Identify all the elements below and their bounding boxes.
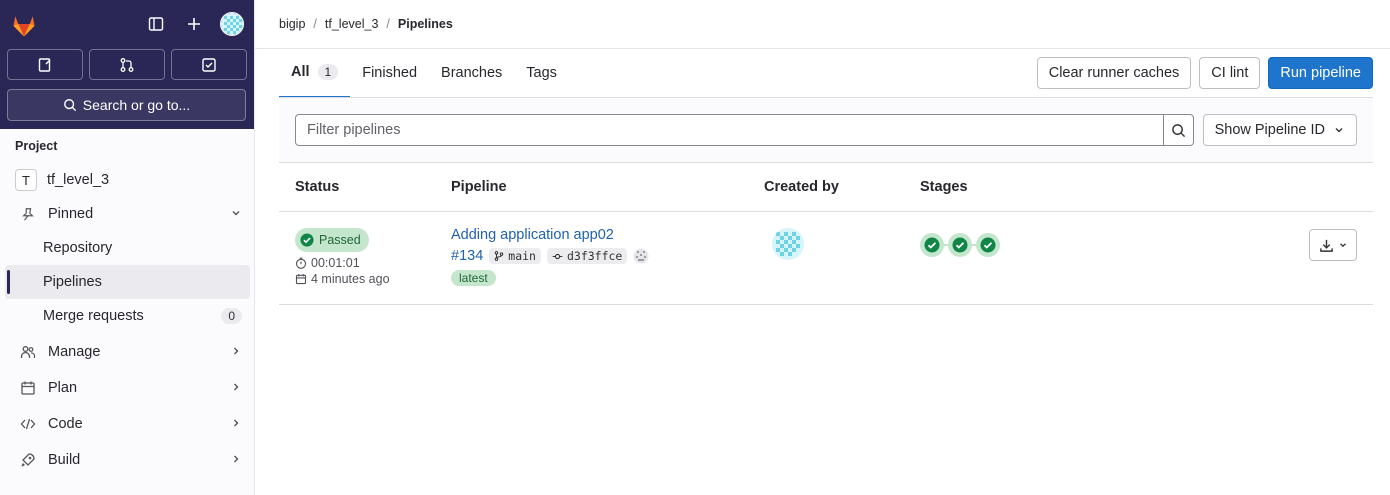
calendar-icon [20, 380, 36, 396]
merge-request-icon [120, 57, 134, 72]
user-avatar[interactable] [220, 12, 244, 36]
sidebar-item-repository[interactable]: Repository [5, 231, 250, 265]
rocket-icon [20, 452, 36, 468]
timer-icon [295, 257, 307, 269]
breadcrumb-separator: / [386, 17, 390, 31]
issues-button[interactable] [7, 49, 83, 80]
sidebar-nav: T tf_level_3 Pinned Repository Pipelines… [0, 163, 254, 477]
sidebar-item-build[interactable]: Build [5, 443, 250, 477]
filter-search-button[interactable] [1163, 115, 1193, 145]
pipeline-duration: 00:01:01 [295, 256, 360, 270]
filter-bar: Show Pipeline ID [279, 98, 1373, 163]
tab-branches[interactable]: Branches [429, 48, 514, 98]
sidebar-item-code[interactable]: Code [5, 407, 250, 441]
commit-author-avatar[interactable] [633, 248, 649, 264]
column-header-created-by: Created by [764, 179, 839, 195]
pin-icon [20, 206, 36, 222]
commit-icon [552, 253, 563, 259]
gitlab-logo-icon[interactable] [10, 11, 38, 39]
issues-icon [38, 57, 51, 72]
pipeline-finished-time: 4 minutes ago [295, 272, 390, 286]
pinned-label: Pinned [48, 206, 94, 222]
latest-badge: latest [451, 270, 496, 286]
column-header-status: Status [295, 179, 340, 195]
ci-lint-button[interactable]: CI lint [1199, 57, 1261, 89]
chevron-right-icon [234, 347, 239, 355]
users-icon [20, 344, 36, 360]
search-button[interactable]: Search or go to... [7, 89, 246, 121]
tab-all[interactable]: All 1 [279, 48, 351, 98]
sidebar-item-manage[interactable]: Manage [5, 335, 250, 369]
branch-chip[interactable]: main [489, 248, 541, 264]
filter-pipelines [295, 114, 1194, 146]
download-artifacts-button[interactable] [1309, 229, 1357, 261]
chevron-right-icon [234, 455, 239, 463]
stage-passed-icon[interactable] [976, 233, 1000, 257]
stage-passed-icon[interactable] [920, 233, 944, 257]
pipeline-stages [920, 233, 1000, 257]
download-icon [1319, 239, 1333, 252]
pipeline-refs: #134 main d3f3ffce [451, 248, 649, 264]
todos-button[interactable] [171, 49, 247, 80]
tab-finished[interactable]: Finished [350, 48, 429, 98]
code-icon [20, 416, 36, 432]
project-avatar: T [15, 169, 37, 191]
page-actions: Clear runner caches CI lint Run pipeline [1036, 57, 1373, 89]
creator-avatar[interactable] [772, 228, 804, 260]
calendar-icon [295, 274, 307, 285]
column-header-pipeline: Pipeline [451, 179, 507, 195]
search-label: Search or go to... [82, 97, 191, 113]
breadcrumb: bigip / tf_level_3 / Pipelines [279, 17, 453, 31]
chevron-down-icon [232, 211, 240, 216]
status-badge[interactable]: Passed [295, 228, 369, 252]
chevron-down-icon [1335, 128, 1343, 133]
sidebar: Search or go to... Project T tf_level_3 … [0, 0, 255, 495]
section-label: Project [15, 139, 58, 153]
sidebar-item-project[interactable]: T tf_level_3 [5, 163, 250, 197]
clear-runner-caches-button[interactable]: Clear runner caches [1036, 57, 1192, 89]
sidebar-item-merge-requests[interactable]: Merge requests 0 [5, 299, 250, 333]
show-pipeline-id-dropdown[interactable]: Show Pipeline ID [1202, 114, 1357, 146]
main-content: bigip / tf_level_3 / Pipelines All 1 Fin… [255, 0, 1390, 495]
pipeline-title-link[interactable]: Adding application app02 [451, 227, 614, 243]
chevron-down-icon [1339, 243, 1346, 248]
tab-tags[interactable]: Tags [514, 48, 569, 98]
sidebar-header: Search or go to... [0, 0, 254, 129]
tab-count-badge: 1 [317, 64, 339, 80]
search-icon [1172, 123, 1186, 137]
stage-passed-icon[interactable] [948, 233, 972, 257]
plus-icon[interactable] [182, 12, 206, 36]
chevron-right-icon [234, 383, 239, 391]
table-row: Passed 00:01:01 4 minutes ago Adding app… [279, 212, 1373, 305]
chevron-right-icon [234, 419, 239, 427]
project-name: tf_level_3 [47, 172, 110, 188]
breadcrumb-current[interactable]: Pipelines [398, 17, 453, 31]
search-icon [63, 99, 76, 112]
count-badge: 0 [221, 308, 242, 324]
status-success-icon [300, 233, 314, 247]
pipeline-tabs: All 1 Finished Branches Tags [279, 48, 569, 98]
branch-icon [495, 251, 504, 261]
sidebar-item-plan[interactable]: Plan [5, 371, 250, 405]
sidebar-item-pipelines[interactable]: Pipelines [5, 265, 250, 299]
breadcrumb-separator: / [313, 17, 317, 31]
merge-requests-button[interactable] [89, 49, 165, 80]
todo-icon [202, 57, 216, 72]
column-header-stages: Stages [920, 179, 968, 195]
commit-chip[interactable]: d3f3ffce [546, 248, 628, 264]
run-pipeline-button[interactable]: Run pipeline [1268, 57, 1373, 89]
breadcrumb-item[interactable]: bigip [279, 17, 305, 31]
filter-input[interactable] [296, 122, 1163, 138]
sidebar-item-pinned[interactable]: Pinned [5, 197, 250, 231]
table-header: Status Pipeline Created by Stages [279, 163, 1373, 212]
pipeline-id-link[interactable]: #134 [451, 248, 483, 264]
sidebar-toggle-icon[interactable] [144, 12, 168, 36]
breadcrumb-item[interactable]: tf_level_3 [325, 17, 379, 31]
